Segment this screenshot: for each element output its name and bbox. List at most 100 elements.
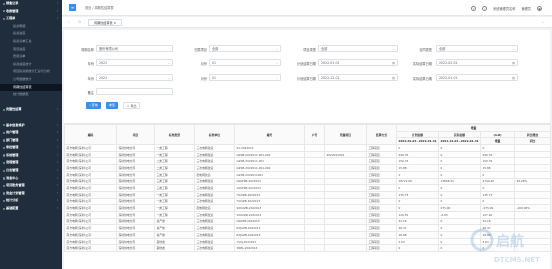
tab-periodic-settlement[interactable]: 周期性结算表 ×: [88, 19, 123, 26]
sidebar-item[interactable]: › 消息中心: [0, 175, 62, 183]
chevron-right-icon: ›: [56, 145, 58, 150]
filter-input[interactable]: 股份有限公司: [96, 44, 173, 52]
chevron-left-icon[interactable]: ‹: [68, 20, 69, 24]
table-cell: [304, 217, 325, 226]
sidebar-item[interactable]: › 收款管理: [0, 8, 62, 16]
table-cell: 南方电网(深圳)公司: [64, 237, 117, 246]
menu-group-icon: [3, 10, 6, 13]
filter-date-picker[interactable]: 2022-02-01 ▦: [436, 58, 518, 66]
column-header[interactable]: 结算方式: [366, 123, 397, 146]
sidebar-item[interactable]: › 流程管理: [0, 159, 62, 167]
sidebar-item[interactable]: 费用清单: [0, 53, 62, 61]
sidebar-item[interactable]: 周期性结算表: [0, 83, 62, 92]
filter-select[interactable]: 01 ⌄: [209, 58, 281, 66]
filter-select[interactable]: 全部 ⌄: [318, 44, 398, 52]
table-cell: 工程项目: [366, 150, 397, 159]
filter-value: 2022-12-01: [321, 75, 340, 80]
sidebar-item[interactable]: 投资清单汇总: [0, 38, 62, 46]
help-icon[interactable]: ?: [471, 5, 477, 11]
column-header[interactable]: 所属项目: [324, 123, 367, 146]
column-header[interactable]: 项目: [116, 123, 155, 146]
filter-input[interactable]: [96, 87, 173, 95]
menu-group-icon: [3, 207, 6, 210]
user-name[interactable]: 管理员: [521, 6, 531, 11]
filter-select[interactable]: 2022 ⌄: [96, 58, 173, 66]
notification-icon[interactable]: !: [482, 5, 488, 11]
filter-date-picker[interactable]: 2022-12-01 ▦: [318, 73, 398, 81]
sidebar-item[interactable]: 统计数据表: [0, 91, 62, 99]
column-header[interactable]: 标准单位: [194, 123, 235, 146]
menu-group-icon: [3, 2, 6, 5]
filter-label: 计划结算日期: [296, 76, 316, 81]
column-group-header: 增量: [395, 124, 552, 132]
sidebar-item[interactable]: › 工程单: [0, 15, 62, 23]
sidebar-item[interactable]: 投资进度: [0, 30, 62, 38]
table-cell: ASKFZB-2022013: [234, 177, 305, 186]
sidebar-item[interactable]: › 统计分析: [0, 197, 62, 205]
sidebar-item[interactable]: › 用户管理: [0, 129, 62, 137]
column-header[interactable]: 编码: [64, 123, 117, 146]
filter-select[interactable]: 01 ⌄: [209, 73, 281, 81]
table-row[interactable]: 南方电网(深圳)公司 深圳供电分局 三类工程 三次电网改造 ASKFZB-2022013…: [64, 177, 552, 186]
table-row[interactable]: 南方电网(深圳)公司 深圳供电分局 一类工程 三次电网改造 GZSB-2022011-0…: [64, 150, 552, 159]
sidebar-item-label: 审批管理: [6, 145, 19, 150]
table-cell: [324, 244, 367, 253]
table-cell: 南方电网(深圳)公司: [64, 157, 117, 166]
reset-button[interactable]: 重置: [106, 102, 119, 109]
table-row[interactable]: 南方电网(深圳)公司 深圳供电分局 一类工程 三次电网改造 YSXIZB-2022013…: [64, 197, 552, 206]
table-row[interactable]: 南方电网(深圳)公司 深圳供电分局 三类工程 配电网改造 GZSB-2022011001…: [64, 170, 552, 179]
search-button[interactable]: ⌕ 查询: [86, 102, 101, 109]
table-cell: 0: [438, 157, 481, 166]
sidebar-item[interactable]: › 项目账务管理: [0, 182, 62, 190]
filter-date-picker[interactable]: 2022-01-01 ▦: [318, 58, 398, 66]
filter-value: 股份有限公司: [99, 46, 119, 51]
table-cell: [304, 190, 325, 199]
table-cell: 工程项目: [366, 210, 397, 219]
sidebar-item[interactable]: › 基本信息维护: [0, 122, 62, 130]
table-cell: 一类工程: [154, 204, 195, 212]
table-cell: 工程项目: [366, 197, 397, 206]
filter-select[interactable]: 全部 ⌄: [209, 44, 281, 52]
menu-icon[interactable]: ≡: [69, 4, 76, 11]
column-header[interactable]: 标准类型: [154, 123, 195, 146]
sidebar-item[interactable]: 公司数据统计: [0, 76, 62, 84]
avatar[interactable]: ●: [537, 5, 542, 11]
sidebar-item[interactable]: 投资进度统计: [0, 61, 62, 69]
sidebar-item[interactable]: › 销售记录: [0, 0, 62, 8]
sidebar-item-label: 基础配置: [6, 206, 19, 211]
table-row[interactable]: 南方电网(深圳)公司 深圳供电分局 三类工程 三次电网改造 ASKFZB-2022013…: [64, 184, 552, 192]
table-cell: 15.88: [396, 164, 439, 172]
refresh-icon[interactable]: ↻: [78, 20, 81, 24]
filter-select[interactable]: 2022 ⌄: [96, 73, 173, 81]
table-cell: 工程项目: [366, 204, 397, 212]
sidebar-item[interactable]: › 完整性结算: [0, 106, 62, 114]
table-cell: 资产类: [154, 224, 195, 232]
table-cell: 三类工程: [154, 177, 195, 186]
filter-select[interactable]: 全部 ⌄: [436, 44, 518, 52]
sidebar-item[interactable]: 项目投资额统计汇总与分析: [0, 68, 62, 76]
sidebar-item[interactable]: › 部门管理: [0, 137, 62, 145]
sidebar-item[interactable]: › 日志管理: [0, 167, 62, 175]
table-row[interactable]: 南方电网(深圳)公司 深圳供电分局 一类工程 配电网改造 SXKXZB-2022013 工…: [64, 204, 552, 212]
chevron-down-icon[interactable]: ⌄: [541, 20, 544, 24]
table-cell: 13858.41: [438, 177, 481, 186]
table-cell: 48.47: [396, 224, 439, 232]
sidebar-item[interactable]: 项目进度: [0, 46, 62, 54]
export-button[interactable]: ⇩ 导出: [123, 102, 141, 109]
column-header[interactable]: 编号: [234, 123, 305, 146]
user-org-name[interactable]: 系统管理员名称: [493, 6, 515, 11]
table-cell: 深圳供电分局: [116, 150, 155, 159]
filter-date-picker[interactable]: 2022-01-01 ▦: [436, 73, 518, 81]
sidebar-item[interactable]: 投资明细: [0, 23, 62, 31]
table-row[interactable]: 南方电网(深圳)公司 深圳供电分局 一类工程 三次电网改造 S1-2022013 工程项目…: [64, 144, 552, 152]
filter-value: 2022-02-01: [439, 60, 458, 65]
table-row[interactable]: 南方电网(深圳)公司 深圳供电分局 二类工程 三次电网改造 GZSB-2022011-0…: [64, 157, 552, 166]
sidebar-item[interactable]: › 审批管理: [0, 144, 62, 152]
sidebar-item[interactable]: › 基础配置: [0, 205, 62, 213]
table-row[interactable]: 南方电网(深圳)公司 深圳供电分局 一类工程 三次电网改造 YSXIZB-2022013…: [64, 190, 552, 199]
sidebar-item[interactable]: › 系统管理: [0, 152, 62, 160]
table-row[interactable]: 南方电网(深圳)公司 深圳供电分局 二类工程 三次电网改造 GZSB-2022011-0…: [64, 164, 552, 172]
sidebar-item[interactable]: › 资金计划管理: [0, 190, 62, 198]
column-header[interactable]: 户号: [304, 123, 325, 146]
table-row[interactable]: 南方电网(深圳)公司 深圳供电分局 一类工程 三次电网改造 SXKXZB-2022013…: [64, 210, 552, 219]
